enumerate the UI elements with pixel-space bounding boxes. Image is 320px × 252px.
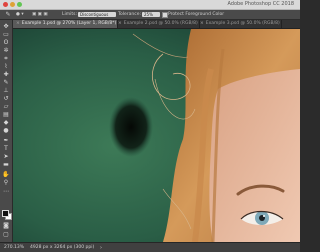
tab-label: Example 2.psd @ 50.0% (RGB/8) (123, 21, 198, 26)
foreground-color-swatch[interactable] (2, 210, 9, 217)
type-icon[interactable]: T (2, 145, 10, 152)
eyedropper-icon[interactable]: ⌇ (2, 63, 10, 70)
tolerance-input[interactable]: 25% (142, 12, 160, 17)
crop-icon[interactable]: ⌗ (2, 55, 10, 62)
status-bar: 270.13% 4928 px x 3264 px (300 ppi) › (0, 242, 300, 252)
gradient-icon[interactable]: ▤ (2, 111, 10, 118)
history-brush-icon[interactable]: ↺ (2, 95, 10, 102)
limits-select[interactable]: Discontiguous (78, 12, 116, 17)
tab-example-2[interactable]: × Example 2.psd @ 50.0% (RGB/8) (115, 20, 200, 28)
status-menu-arrow-icon[interactable]: › (100, 243, 102, 252)
zoom-icon[interactable]: ⚲ (2, 179, 10, 186)
tab-label: Example 1.psd @ 270% (Layer 1, RGB/8*) (21, 21, 117, 26)
maximize-window-icon[interactable] (17, 2, 22, 7)
tools-panel: ✥ ▭ ʘ ✲ ⌗ ⌇ ✚ ✎ ⊥ ↺ ▱ ▤ ◆ ● ✒ T ➤ ▬ ✋ ⚲ … (0, 20, 13, 242)
minimize-window-icon[interactable] (10, 2, 15, 7)
marquee-icon[interactable]: ▭ (2, 31, 10, 38)
clone-stamp-icon[interactable]: ⊥ (2, 87, 10, 94)
document-info: 4928 px x 3264 px (300 ppi) (30, 245, 95, 250)
protect-foreground-label: Protect Foreground Color (168, 12, 225, 17)
background-eraser-tool-icon[interactable]: ✎ (3, 11, 13, 18)
zoom-level[interactable]: 270.13% (4, 243, 24, 252)
close-tab-icon[interactable]: × (16, 21, 20, 26)
screen-mode-icon[interactable]: ▢ (2, 231, 10, 238)
hand-icon[interactable]: ✋ (2, 171, 10, 178)
pen-icon[interactable]: ✒ (2, 137, 10, 144)
quick-mask-icon[interactable]: ◙ (2, 222, 10, 229)
tolerance-label: Tolerance: (118, 12, 141, 17)
path-selection-icon[interactable]: ➤ (2, 153, 10, 160)
shape-icon[interactable]: ▬ (2, 161, 10, 168)
close-tab-icon[interactable]: × (118, 21, 122, 26)
blur-icon[interactable]: ◆ (2, 119, 10, 126)
app-title: Adobe Photoshop CC 2018 (227, 1, 294, 7)
healing-brush-icon[interactable]: ✚ (2, 71, 10, 78)
title-bar: Adobe Photoshop CC 2018 (0, 0, 300, 10)
tab-example-3[interactable]: × Example 3.psd @ 50.0% (RGB/8) (197, 20, 282, 28)
eraser-icon[interactable]: ▱ (2, 103, 10, 110)
document-tab-bar: × Example 1.psd @ 270% (Layer 1, RGB/8*) … (13, 20, 300, 29)
more-tools-icon[interactable]: ⋯ (2, 188, 10, 195)
tab-example-1[interactable]: × Example 1.psd @ 270% (Layer 1, RGB/8*) (13, 20, 118, 28)
options-bar: ✎ ● ▾ ▣ ▣ ▣ Limits: Discontiguous Tolera… (0, 10, 300, 20)
sampling-icons[interactable]: ▣ ▣ ▣ (32, 10, 48, 19)
limits-label: Limits: (62, 12, 78, 17)
magic-wand-icon[interactable]: ✲ (2, 47, 10, 54)
move-icon[interactable]: ✥ (2, 23, 10, 30)
close-tab-icon[interactable]: × (200, 21, 204, 26)
lasso-icon[interactable]: ʘ (2, 39, 10, 46)
brush-icon[interactable]: ✎ (2, 79, 10, 86)
photoshop-window: Adobe Photoshop CC 2018 ✎ ● ▾ ▣ ▣ ▣ Limi… (0, 0, 300, 252)
document-canvas[interactable] (13, 29, 300, 242)
photo-image (13, 29, 300, 242)
tab-label: Example 3.psd @ 50.0% (RGB/8) (205, 21, 280, 26)
brush-preset-picker[interactable]: ● ▾ (16, 10, 24, 19)
dodge-icon[interactable]: ● (2, 127, 10, 134)
close-window-icon[interactable] (3, 2, 8, 7)
